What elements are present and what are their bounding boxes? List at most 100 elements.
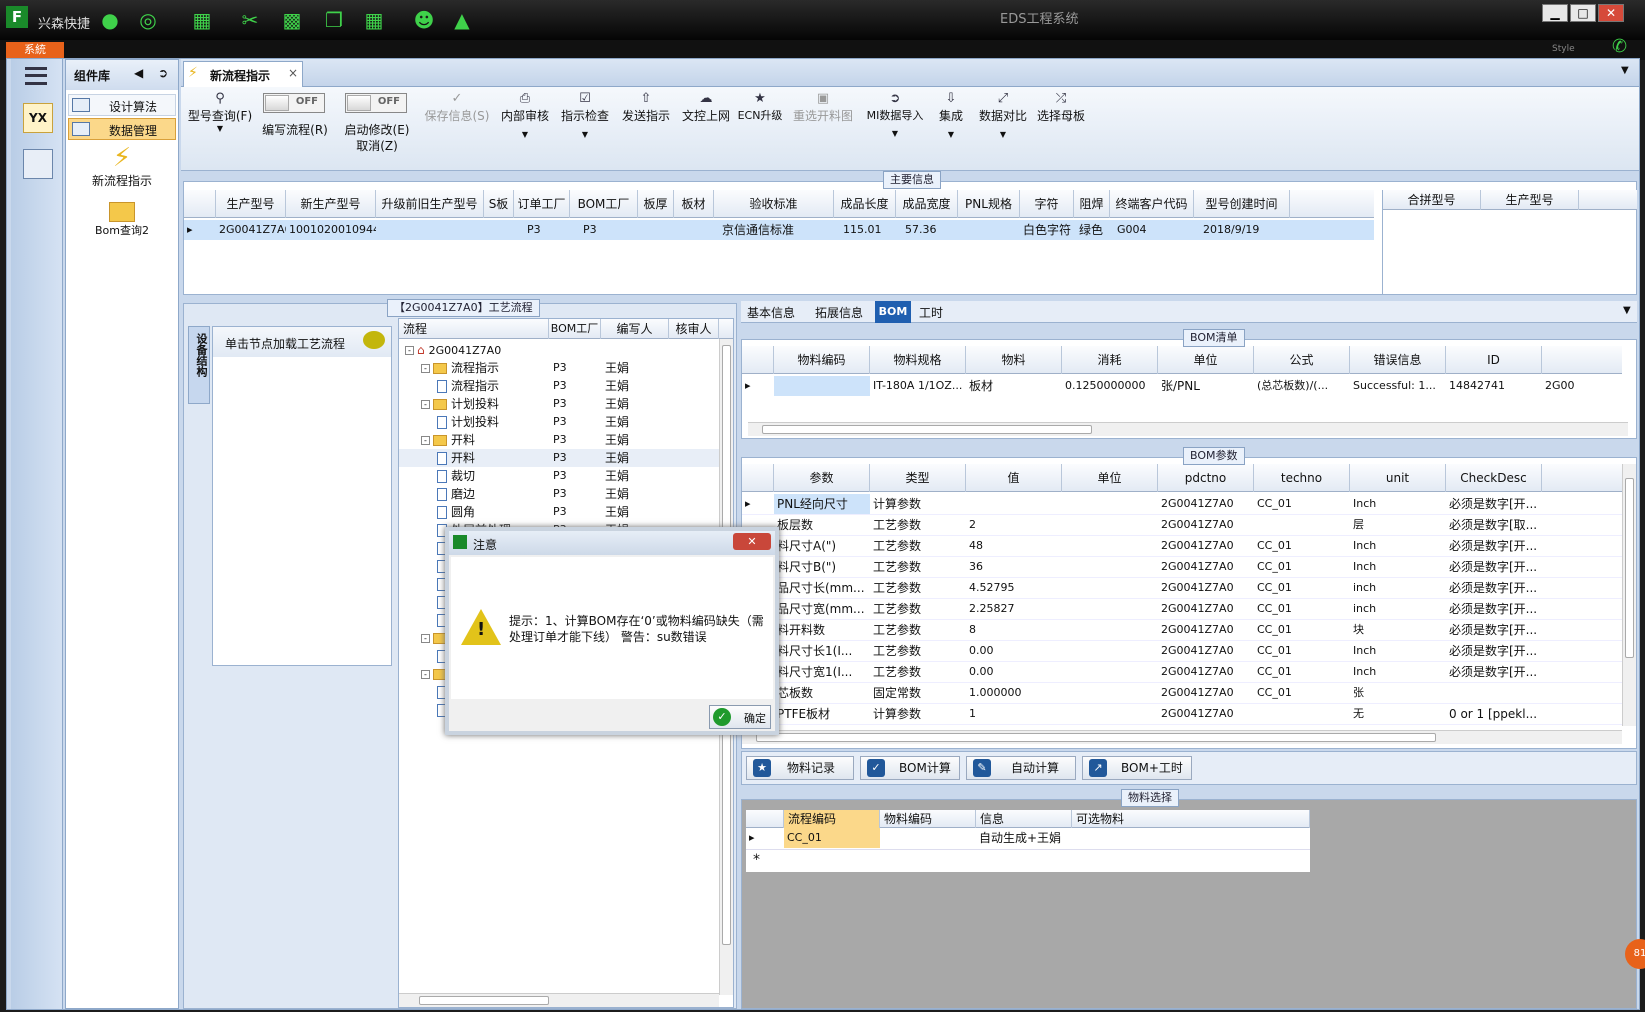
main-info-row[interactable]: ▸ 2G0041Z7A0 10010200109448 P3 P3 京信通信标准…: [184, 220, 1374, 240]
copy-icon[interactable]: ❐: [322, 8, 346, 32]
table-row[interactable]: 料尺寸A(") 工艺参数 48 2G0041Z7A0 CC_01 Inch 必须是数字[开.…: [742, 536, 1622, 557]
tree-node[interactable]: 裁切 P3 王娟: [399, 467, 719, 485]
hamburger-icon[interactable]: [25, 67, 47, 85]
globe-icon[interactable]: ◎: [136, 8, 160, 32]
collapse-icon[interactable]: -: [421, 634, 430, 643]
doc-online-button[interactable]: ☁ 文控上网: [677, 91, 735, 124]
internal-review-button[interactable]: ⎙ 内部审核 ▼: [497, 91, 553, 139]
column-header[interactable]: BOM工厂: [549, 319, 601, 339]
table-row[interactable]: 料尺寸宽1(I... 工艺参数 0.00 2G0041Z7A0 CC_01 Inch 必须是…: [742, 662, 1622, 683]
close-button[interactable]: ✕: [1598, 4, 1624, 22]
grid-icon[interactable]: ▦: [190, 8, 214, 32]
menu-tab-system[interactable]: 系統: [6, 42, 64, 58]
instruction-check-button[interactable]: ☑ 指示检查 ▼: [557, 91, 613, 139]
table-row[interactable]: ▸ PNL经向尺寸 计算参数 2G0041Z7A0 CC_01 Inch 必须是数字[开..…: [742, 494, 1622, 515]
collapse-icon[interactable]: -: [421, 364, 430, 373]
column-header[interactable]: 验收标准: [714, 190, 834, 218]
minimize-button[interactable]: ▁: [1542, 4, 1568, 22]
column-header[interactable]: 流程: [399, 319, 549, 339]
write-process-toggle[interactable]: OFF: [263, 93, 325, 113]
tree-node[interactable]: 磨边 P3 王娟: [399, 485, 719, 503]
calculator-icon[interactable]: [23, 149, 53, 179]
chevron-down-icon[interactable]: ▼: [1623, 305, 1631, 316]
column-header[interactable]: CheckDesc: [1446, 464, 1542, 492]
send-instruction-button[interactable]: ⇧ 发送指示: [617, 91, 675, 124]
table-row[interactable]: PTFE板材 计算参数 1 2G0041Z7A0 无 0 or 1 [ppekl...: [742, 704, 1622, 725]
column-header[interactable]: 单位: [1158, 346, 1254, 374]
table-row[interactable]: 品尺寸宽(mm... 工艺参数 2.25827 2G0041Z7A0 CC_01 inch…: [742, 599, 1622, 620]
column-header[interactable]: 值: [966, 464, 1062, 492]
column-header[interactable]: PNL规格: [958, 190, 1020, 218]
column-header[interactable]: techno: [1254, 464, 1350, 492]
table-row[interactable]: 料尺寸B(") 工艺参数 36 2G0041Z7A0 CC_01 Inch 必须是数字[开.…: [742, 557, 1622, 578]
material-row[interactable]: ▸ CC_01 自动生成+王娟: [746, 828, 1310, 850]
collapse-icon[interactable]: -: [421, 670, 430, 679]
column-header[interactable]: 成品长度: [834, 190, 896, 218]
bom-list-row[interactable]: ▸ IT-180A 1/1OZ... 板材 0.1250000000 张/PNL…: [742, 376, 1622, 396]
bom-hours-button[interactable]: ↗ BOM+工时: [1082, 756, 1192, 780]
table-row[interactable]: 料尺寸长1(I... 工艺参数 0.00 2G0041Z7A0 CC_01 Inch 必须是…: [742, 641, 1622, 662]
bom-query-item[interactable]: Bom查询2: [68, 198, 176, 244]
column-header[interactable]: 单位: [1062, 464, 1158, 492]
user-icon[interactable]: ☻: [412, 8, 436, 32]
column-header[interactable]: 流程编码: [784, 810, 880, 828]
table-row[interactable]: 料开料数 工艺参数 8 2G0041Z7A0 CC_01 块 必须是数字[开...: [742, 620, 1622, 641]
column-header[interactable]: 错误信息: [1350, 346, 1446, 374]
material-record-button[interactable]: ★ 物料记录: [746, 756, 854, 780]
save-info-button[interactable]: ✓ 保存信息(S): [421, 91, 493, 124]
phone-icon[interactable]: ✆: [1612, 36, 1627, 57]
restore-button[interactable]: □: [1570, 4, 1596, 22]
tab-new-process[interactable]: ⚡ 新流程指示 ×: [183, 61, 303, 87]
tree-node[interactable]: - 计划投料 P3 王娟: [399, 395, 719, 413]
column-header[interactable]: BOM工厂: [570, 190, 638, 218]
ok-button[interactable]: ✓ 确定: [709, 705, 771, 729]
tab-extend-info[interactable]: 拓展信息: [815, 304, 863, 321]
mi-import-button[interactable]: ➲ MI数据导入 ▼: [861, 91, 929, 138]
tab-close-icon[interactable]: ×: [288, 66, 298, 80]
column-header[interactable]: 消耗: [1062, 346, 1158, 374]
column-header[interactable]: 核审人: [669, 319, 719, 339]
pin-icon[interactable]: ➲: [158, 66, 168, 80]
bom-params-scrollbar-h[interactable]: [742, 730, 1622, 744]
column-header[interactable]: 升级前旧生产型号: [376, 190, 484, 218]
table-icon[interactable]: ▦: [362, 8, 386, 32]
column-header[interactable]: 成品宽度: [896, 190, 958, 218]
column-header[interactable]: S板: [484, 190, 514, 218]
model-query-button[interactable]: ⚲ 型号查询(F) ▼: [185, 91, 255, 133]
film-icon[interactable]: ▩: [280, 8, 304, 32]
tab-work-hours[interactable]: 工时: [919, 304, 943, 321]
column-header[interactable]: 可选物料: [1072, 810, 1310, 828]
column-header[interactable]: 生产型号: [216, 190, 286, 218]
column-header[interactable]: 终端客户代码: [1110, 190, 1194, 218]
search-icon[interactable]: ●: [98, 8, 122, 32]
reselect-cut-button[interactable]: ▣ 重选开料图: [787, 91, 859, 124]
collapse-icon[interactable]: -: [421, 400, 430, 409]
collapse-left-icon[interactable]: ◀: [134, 66, 143, 80]
column-header[interactable]: 类型: [870, 464, 966, 492]
column-header[interactable]: 参数: [774, 464, 870, 492]
ecn-upgrade-button[interactable]: ★ ECN升级: [735, 91, 785, 123]
column-header[interactable]: 物料编码: [880, 810, 976, 828]
column-header[interactable]: ID: [1446, 346, 1542, 374]
integrate-button[interactable]: ⇩ 集成 ▼: [931, 91, 971, 139]
column-header[interactable]: 物料: [966, 346, 1062, 374]
column-header[interactable]: 公式: [1254, 346, 1350, 374]
column-header[interactable]: 新生产型号: [286, 190, 376, 218]
chevron-down-icon[interactable]: ▼: [1621, 65, 1629, 76]
column-header[interactable]: 物料编码: [774, 346, 870, 374]
sidebar-item-data-mgmt[interactable]: 数据管理: [68, 118, 176, 140]
column-header[interactable]: 生产型号: [1481, 190, 1579, 210]
chart-icon[interactable]: ▲: [450, 8, 474, 32]
bom-calc-button[interactable]: ✓ BOM计算: [860, 756, 960, 780]
auto-calc-button[interactable]: ✎ 自动计算: [966, 756, 1076, 780]
table-row[interactable]: 品尺寸长(mm... 工艺参数 4.52795 2G0041Z7A0 CC_01 inch…: [742, 578, 1622, 599]
column-header[interactable]: 板厚: [638, 190, 674, 218]
tree-node[interactable]: 计划投料 P3 王娟: [399, 413, 719, 431]
column-header[interactable]: 物料规格: [870, 346, 966, 374]
factory-icon[interactable]: YX: [23, 103, 53, 133]
bom-params-scrollbar-v[interactable]: [1622, 464, 1636, 726]
column-header[interactable]: 编写人: [601, 319, 669, 339]
side-tab-device[interactable]: 设备结构: [188, 326, 210, 404]
cancel-edit-label[interactable]: 取消(Z): [337, 137, 417, 154]
start-edit-toggle[interactable]: OFF: [345, 93, 407, 113]
